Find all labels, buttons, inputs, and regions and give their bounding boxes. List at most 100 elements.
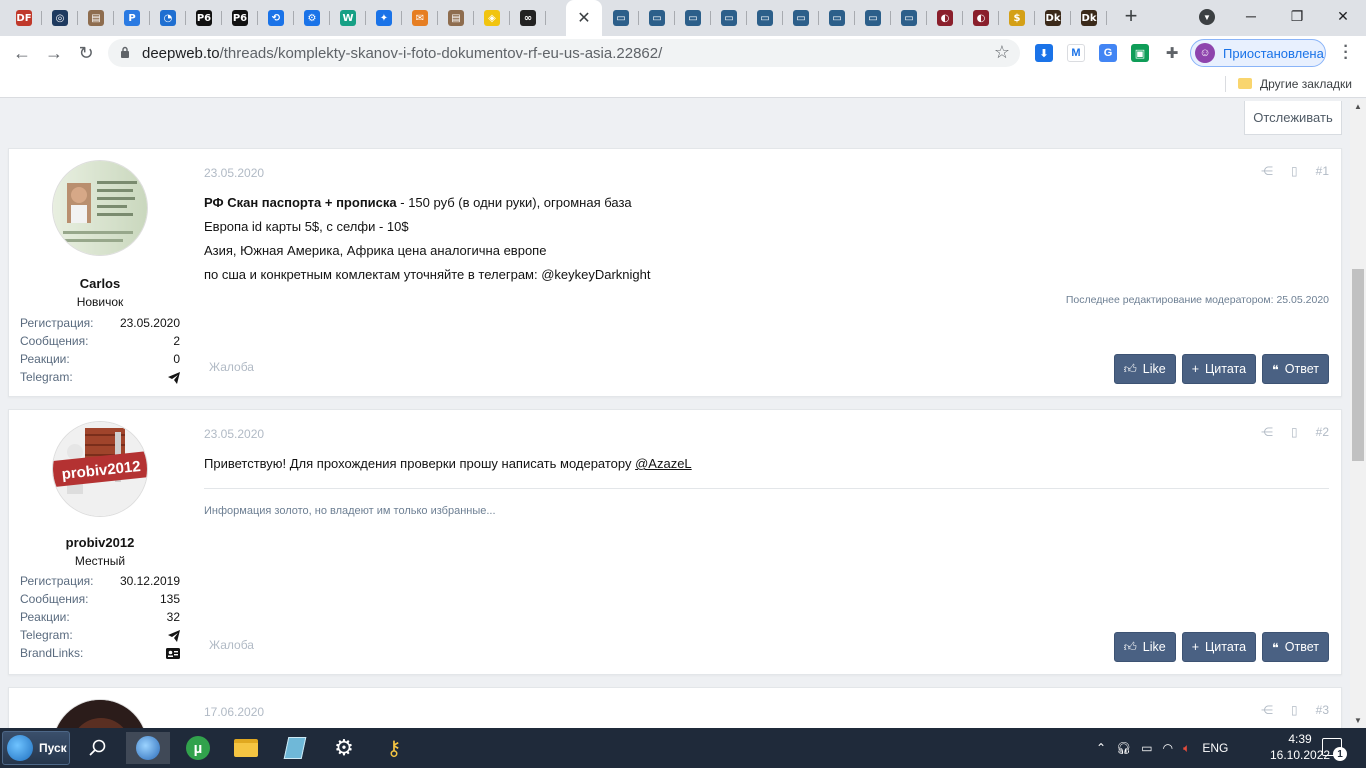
browser-tab[interactable]: P: [114, 5, 150, 31]
volume-muted-icon[interactable]: 🔈︎: [1183, 741, 1190, 756]
follow-thread-button[interactable]: Отслеживать: [1244, 101, 1342, 135]
browser-taskbar-icon[interactable]: [126, 732, 170, 764]
reload-button[interactable]: ↻: [74, 41, 98, 65]
browser-menu-icon[interactable]: · · ·: [1342, 39, 1350, 67]
browser-tab[interactable]: ◎: [42, 5, 78, 31]
bookmark-icon[interactable]: ▯: [1291, 425, 1298, 439]
reply-button[interactable]: ❝ Ответ: [1262, 632, 1329, 662]
notification-center-icon[interactable]: 1: [1322, 738, 1347, 761]
browser-tab[interactable]: ◔: [150, 5, 186, 31]
address-bar[interactable]: deepweb.to/threads/komplekty-skanov-i-fo…: [108, 39, 1020, 67]
browser-tab[interactable]: ∞: [510, 5, 546, 31]
file-explorer-icon[interactable]: [224, 732, 268, 764]
quote-button[interactable]: + Цитата: [1181, 632, 1257, 662]
browser-tab[interactable]: P6: [186, 5, 222, 31]
browser-tab[interactable]: ⚙: [294, 5, 330, 31]
scroll-up-icon[interactable]: ▲: [1354, 102, 1362, 111]
gmail-extension-icon[interactable]: M: [1067, 44, 1085, 62]
utorrent-icon[interactable]: µ: [176, 732, 220, 764]
other-bookmarks-link[interactable]: Другие закладки: [1260, 77, 1352, 91]
report-link[interactable]: Жалоба: [209, 638, 254, 652]
search-icon[interactable]: [76, 732, 120, 764]
telegram-icon[interactable]: [168, 630, 180, 642]
browser-tab[interactable]: ✉: [402, 5, 438, 31]
browser-tab[interactable]: ◈: [474, 5, 510, 31]
browser-tab[interactable]: ⟲: [258, 5, 294, 31]
tab-search-icon[interactable]: ▼: [1199, 9, 1215, 25]
post-author-name[interactable]: Carlos: [9, 276, 191, 291]
post-number-link[interactable]: #1: [1316, 164, 1329, 178]
browser-tab[interactable]: ▭: [783, 5, 819, 31]
restore-button[interactable]: ❐: [1274, 0, 1320, 32]
download-extension-icon[interactable]: ⬇: [1035, 44, 1053, 62]
new-tab-button[interactable]: +: [1120, 5, 1142, 28]
bookmark-icon[interactable]: ▯: [1291, 703, 1298, 717]
browser-tab[interactable]: ◐: [927, 5, 963, 31]
language-indicator[interactable]: ENG: [1202, 741, 1228, 755]
browser-tab[interactable]: $: [999, 5, 1035, 31]
post-date[interactable]: 17.06.2020: [204, 705, 264, 719]
post-number-link[interactable]: #3: [1316, 703, 1329, 717]
notes-app-icon[interactable]: [273, 732, 317, 764]
browser-tab[interactable]: Dk: [1071, 5, 1107, 31]
report-link[interactable]: Жалоба: [209, 360, 254, 374]
back-button[interactable]: ←: [10, 41, 34, 65]
settings-gear-icon[interactable]: ⚙: [322, 732, 366, 764]
lock-icon[interactable]: [120, 46, 130, 58]
browser-tab[interactable]: ◐: [963, 5, 999, 31]
avatar-post-3[interactable]: [52, 699, 148, 728]
telegram-icon[interactable]: [168, 372, 180, 384]
browser-tab[interactable]: ▭: [747, 5, 783, 31]
quote-button[interactable]: + Цитата: [1181, 354, 1257, 384]
post-number-link[interactable]: #2: [1316, 425, 1329, 439]
bookmark-star-icon[interactable]: ☆: [994, 42, 1010, 63]
browser-tab[interactable]: ✦: [366, 5, 402, 31]
profile-button[interactable]: ☺ Приостановлена: [1190, 39, 1326, 67]
post-date[interactable]: 23.05.2020: [204, 166, 264, 180]
browser-tab[interactable]: ▭: [711, 5, 747, 31]
key-app-icon[interactable]: ⚷: [372, 732, 416, 764]
share-icon[interactable]: ⋲: [1261, 425, 1273, 439]
screen-extension-icon[interactable]: ▣: [1131, 44, 1149, 62]
forward-button[interactable]: →: [42, 41, 66, 65]
scroll-down-icon[interactable]: ▼: [1354, 716, 1362, 725]
browser-tab[interactable]: Dk: [1035, 5, 1071, 31]
browser-tab[interactable]: ▭: [819, 5, 855, 31]
clock[interactable]: 4:39 16.10.2022: [1270, 731, 1330, 763]
id-card-icon[interactable]: [166, 648, 180, 659]
avatar-carlos[interactable]: [52, 160, 148, 256]
bookmark-icon[interactable]: ▯: [1291, 164, 1298, 178]
browser-tab[interactable]: P6: [222, 5, 258, 31]
wifi-icon[interactable]: ◠: [1163, 741, 1173, 755]
browser-tab[interactable]: W: [330, 5, 366, 31]
battery-icon[interactable]: ▭: [1141, 741, 1152, 755]
post-date[interactable]: 23.05.2020: [204, 427, 264, 441]
minimize-button[interactable]: ─: [1228, 0, 1274, 32]
browser-tab[interactable]: ▤: [78, 5, 114, 31]
like-button[interactable]: 👍︎ Like: [1113, 632, 1176, 662]
user-mention-link[interactable]: @AzazeL: [635, 456, 692, 471]
browser-tab[interactable]: ▭: [603, 5, 639, 31]
scrollbar-thumb[interactable]: [1352, 269, 1364, 461]
browser-tab[interactable]: ▭: [891, 5, 927, 31]
browser-tab[interactable]: ▭: [855, 5, 891, 31]
share-icon[interactable]: ⋲: [1261, 164, 1273, 178]
close-tab-icon[interactable]: ✕: [577, 8, 590, 28]
close-window-button[interactable]: ✕: [1320, 0, 1366, 32]
browser-tab[interactable]: ▤: [438, 5, 474, 31]
headset-icon[interactable]: 🎧︎: [1116, 741, 1131, 755]
share-icon[interactable]: ⋲: [1261, 703, 1273, 717]
post-author-name[interactable]: probiv2012: [9, 535, 191, 550]
tab-active[interactable]: ✕: [566, 0, 602, 36]
folder-icon[interactable]: [1238, 78, 1252, 89]
avatar-probiv2012[interactable]: probiv2012: [52, 421, 148, 517]
translate-extension-icon[interactable]: G: [1099, 44, 1117, 62]
tray-expand-icon[interactable]: ⌃: [1096, 741, 1106, 755]
browser-tab[interactable]: DF: [6, 5, 42, 31]
like-button[interactable]: 👍︎ Like: [1113, 354, 1176, 384]
page-scrollbar[interactable]: ▲ ▼: [1350, 99, 1366, 728]
start-button[interactable]: Пуск: [2, 731, 70, 765]
browser-tab[interactable]: ▭: [675, 5, 711, 31]
reply-button[interactable]: ❝ Ответ: [1262, 354, 1329, 384]
browser-tab[interactable]: ▭: [639, 5, 675, 31]
